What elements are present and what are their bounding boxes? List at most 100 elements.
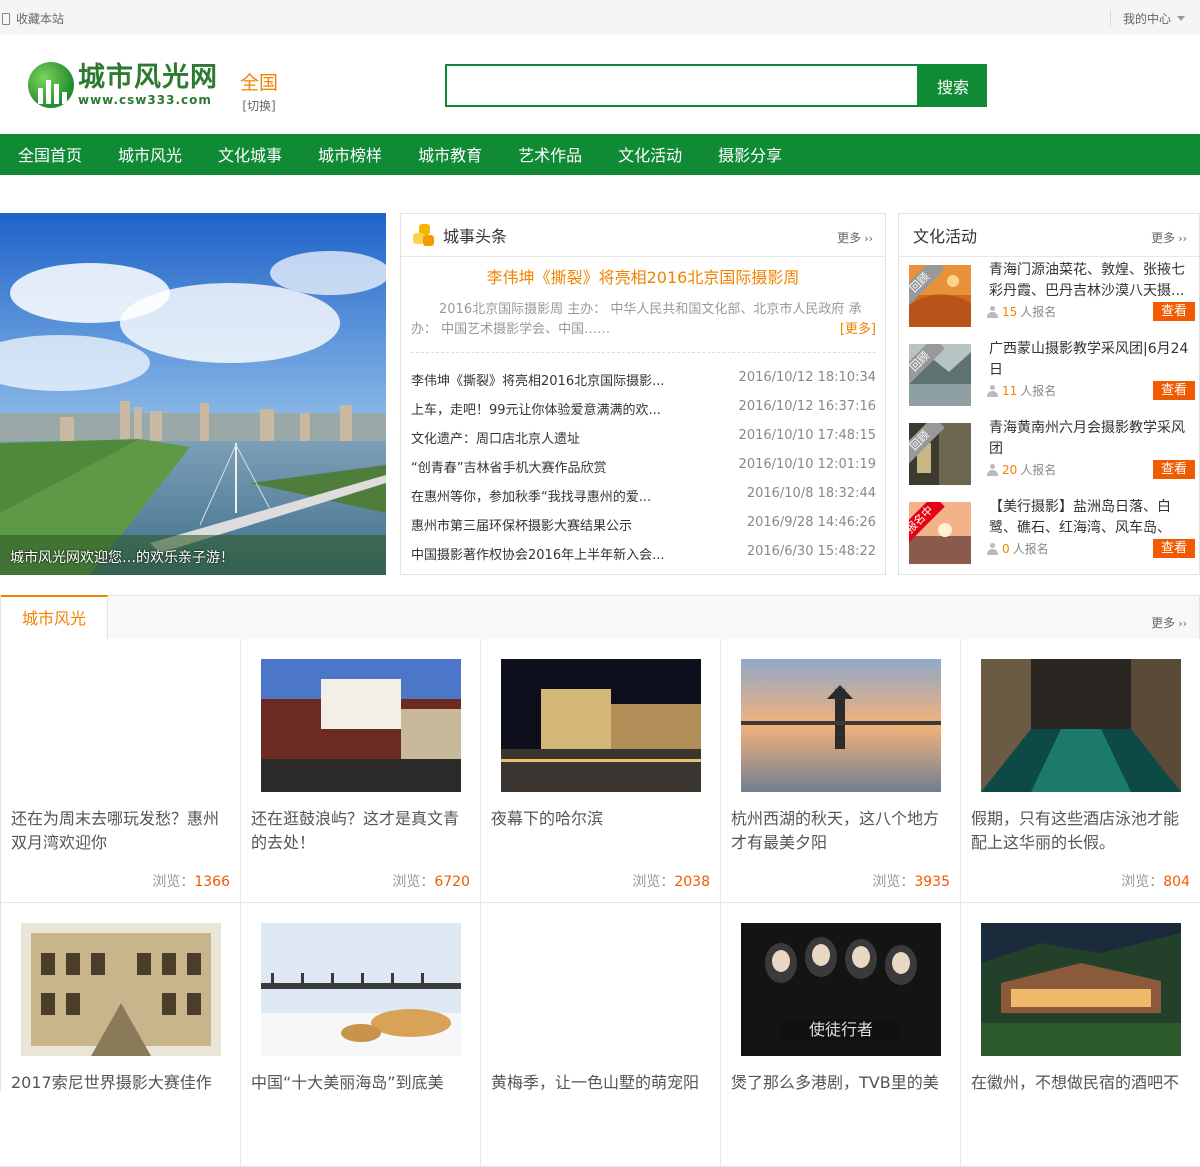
article-title[interactable]: 在徽州，不想做民宿的酒吧不 <box>971 1071 1191 1119</box>
logo-globe-icon <box>28 62 74 108</box>
list-item: 中国摄影著作权协会2016年上半年新入会... 2016/6/30 15:48:2… <box>411 544 876 573</box>
article-image <box>741 659 941 792</box>
article-card[interactable]: 黄梅季，让一色山墅的萌宠阳 <box>481 903 721 1167</box>
article-image: 使徒行者 <box>741 923 941 1056</box>
banner-slide[interactable]: 城市风光网欢迎您…的欢乐亲子游！ <box>0 213 386 575</box>
article-title[interactable]: 黄梅季，让一色山墅的萌宠阳 <box>491 1071 711 1119</box>
article-card[interactable]: 夜幕下的哈尔滨 浏览：2038 <box>481 639 721 903</box>
activities-title: 文化活动 <box>913 227 978 246</box>
nav-item-photo-share[interactable]: 摄影分享 <box>700 134 800 175</box>
view-button[interactable]: 查看 <box>1153 539 1195 558</box>
article-image <box>21 923 221 1056</box>
favorite-label: 收藏本站 <box>16 12 65 26</box>
headlines-more-link[interactable]: 更多 ›› <box>837 229 873 246</box>
signup-count: 20 <box>1002 462 1018 477</box>
lead-more-link[interactable]: [更多] <box>812 320 876 340</box>
view-button[interactable]: 查看 <box>1153 460 1195 479</box>
view-count: 浏览：1366 <box>152 874 230 890</box>
article-card[interactable]: 杭州西湖的秋天，这八个地方才有最美夕阳 浏览：3935 <box>721 639 961 903</box>
view-button[interactable]: 查看 <box>1153 302 1195 321</box>
headlines-title: 城事头条 <box>443 227 508 246</box>
article-title[interactable]: 还在逛鼓浪屿？这才是真文青的去处！ <box>251 807 471 855</box>
article-image <box>261 659 461 792</box>
article-card[interactable]: 假期，只有这些酒店泳池才能配上这华丽的长假。 浏览：804 <box>961 639 1200 903</box>
article-image <box>261 923 461 1056</box>
nav-item-art-works[interactable]: 艺术作品 <box>500 134 600 175</box>
tab-city-scenery[interactable]: 城市风光 <box>1 595 108 639</box>
signup-label: 人报名 <box>1020 384 1057 398</box>
nav-item-city-models[interactable]: 城市榜样 <box>300 134 400 175</box>
article-title[interactable]: 假期，只有这些酒店泳池才能配上这华丽的长假。 <box>971 807 1191 855</box>
article-card[interactable]: 还在为周末去哪玩发愁？惠州双月湾欢迎你 浏览：1366 <box>1 639 241 903</box>
headline-date: 2016/6/30 15:48:22 <box>746 544 876 559</box>
headline-date: 2016/10/8 18:32:44 <box>746 486 876 501</box>
header: 城市风光网 www.csw333.com 全国 [切换] 搜索 <box>0 35 1200 134</box>
activity-thumbnail[interactable]: 回顾 <box>909 265 971 327</box>
article-image <box>501 923 701 1056</box>
headline-link[interactable]: 中国摄影著作权协会2016年上半年新入会... <box>411 544 711 573</box>
article-card[interactable]: 使徒行者 煲了那么多港剧，TVB里的美 <box>721 903 961 1167</box>
favorite-link[interactable]: 收藏本站 <box>2 10 64 27</box>
list-item: 惠州市第三届环保杯摄影大赛结果公示 2016/9/28 14:46:26 <box>411 515 876 544</box>
city-name: 全国 <box>240 72 279 94</box>
article-card[interactable]: 中国“十大美丽海岛”到底美 <box>241 903 481 1167</box>
article-title[interactable]: 还在为周末去哪玩发愁？惠州双月湾欢迎你 <box>11 807 231 855</box>
article-image <box>21 659 221 792</box>
headline-date: 2016/10/12 16:37:16 <box>738 399 876 414</box>
article-image <box>981 923 1181 1056</box>
article-title[interactable]: 夜幕下的哈尔滨 <box>491 807 711 855</box>
divider <box>1110 10 1111 26</box>
person-icon <box>987 463 998 476</box>
double-chevron-icon: ›› <box>1178 617 1187 630</box>
nav-item-city-education[interactable]: 城市教育 <box>400 134 500 175</box>
activity-title[interactable]: 青海门源油菜花、敦煌、张掖七彩丹霞、巴丹吉林沙漠八天摄... <box>989 260 1194 302</box>
article-title[interactable]: 煲了那么多港剧，TVB里的美 <box>731 1071 951 1119</box>
signup-count: 15 <box>1002 304 1018 319</box>
activity-item: 回顾 广西蒙山摄影教学采风团|6月24日 11 人报名 查看 <box>909 336 1195 408</box>
svg-text:使徒行者: 使徒行者 <box>809 1020 873 1039</box>
view-button[interactable]: 查看 <box>1153 381 1195 400</box>
banner-image <box>0 213 386 575</box>
article-card[interactable]: 2017索尼世界摄影大赛佳作 <box>1 903 241 1167</box>
headline-link[interactable]: 在惠州等你，参加秋季“我找寻惠州的爱... <box>411 486 711 515</box>
person-icon <box>987 542 998 555</box>
caret-down-icon <box>1177 16 1186 21</box>
person-icon <box>987 305 998 318</box>
headlines-panel: 城事头条 更多 ›› 李伟坤《撕裂》将亮相2016北京国际摄影周 2016北京国际… <box>400 213 886 575</box>
activity-thumbnail[interactable]: 报名中 <box>909 502 971 564</box>
activity-item: 报名中 【美行摄影】盐洲岛日落、白鹭、礁石、红海湾、风车岛、美... 0人报名 … <box>909 494 1195 566</box>
headline-link[interactable]: 李伟坤《撕裂》将亮相2016北京国际摄影... <box>411 370 711 399</box>
city-scenery-more-link[interactable]: 更多 ›› <box>1151 614 1187 631</box>
article-card[interactable]: 还在逛鼓浪屿？这才是真文青的去处！ 浏览：6720 <box>241 639 481 903</box>
nav-item-home[interactable]: 全国首页 <box>0 134 100 175</box>
list-item: 在惠州等你，参加秋季“我找寻惠州的爱... 2016/10/8 18:32:44 <box>411 486 876 515</box>
headline-link[interactable]: 惠州市第三届环保杯摄影大赛结果公示 <box>411 515 711 544</box>
city-switch-link[interactable]: [切换] <box>242 99 275 113</box>
lead-headline[interactable]: 李伟坤《撕裂》将亮相2016北京国际摄影周 <box>401 264 885 288</box>
article-card[interactable]: 在徽州，不想做民宿的酒吧不 <box>961 903 1200 1167</box>
activity-title[interactable]: 【美行摄影】盐洲岛日落、白鹭、礁石、红海湾、风车岛、美... <box>989 497 1194 539</box>
activity-title[interactable]: 广西蒙山摄影教学采风团|6月24日 <box>989 339 1194 381</box>
headline-date: 2016/9/28 14:46:26 <box>746 515 876 530</box>
person-icon <box>987 384 998 397</box>
article-title[interactable]: 杭州西湖的秋天，这八个地方才有最美夕阳 <box>731 807 951 855</box>
activities-more-link[interactable]: 更多 ›› <box>1151 229 1187 246</box>
article-title[interactable]: 中国“十大美丽海岛”到底美 <box>251 1071 471 1119</box>
search-button[interactable]: 搜索 <box>919 64 987 107</box>
search-input[interactable] <box>445 64 919 107</box>
activity-item: 回顾 青海门源油菜花、敦煌、张掖七彩丹霞、巴丹吉林沙漠八天摄... 15 人报名 … <box>909 257 1195 329</box>
lead-summary: 2016北京国际摄影周 主办： 中华人民共和国文化部、北京市人民政府 承办： 中… <box>411 300 876 340</box>
nav-item-city-scenery[interactable]: 城市风光 <box>100 134 200 175</box>
headline-link[interactable]: “创青春”吉林省手机大赛作品欣赏 <box>411 457 711 486</box>
banner-caption: 城市风光网欢迎您…的欢乐亲子游！ <box>10 550 234 566</box>
nav-item-culture-news[interactable]: 文化城事 <box>200 134 300 175</box>
nav-item-culture-events[interactable]: 文化活动 <box>600 134 700 175</box>
site-logo[interactable]: 城市风光网 www.csw333.com <box>28 62 218 108</box>
activity-title[interactable]: 青海黄南州六月会摄影教学采风团 <box>989 418 1194 460</box>
headline-link[interactable]: 文化遗产：周口店北京人遗址 <box>411 428 711 457</box>
activity-thumbnail[interactable]: 回顾 <box>909 344 971 406</box>
activity-thumbnail[interactable]: 回顾 <box>909 423 971 485</box>
headline-link[interactable]: 上车，走吧！99元让你体验爱意满满的欢... <box>411 399 711 428</box>
article-title[interactable]: 2017索尼世界摄影大赛佳作 <box>11 1071 231 1119</box>
user-center-menu[interactable]: 我的中心 <box>1123 10 1186 27</box>
